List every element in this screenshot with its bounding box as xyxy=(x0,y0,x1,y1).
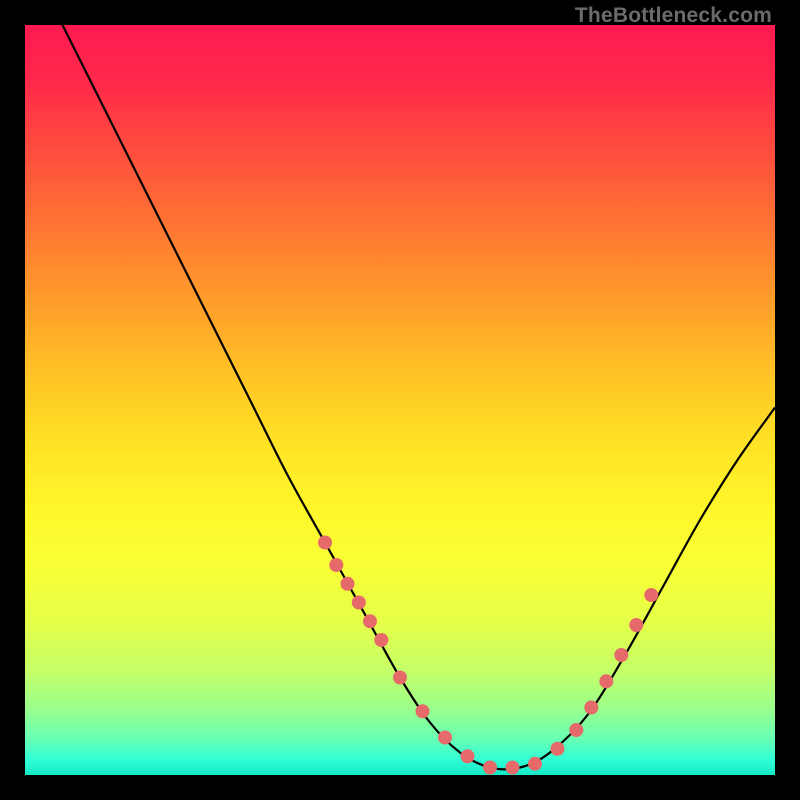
threshold-dot xyxy=(341,577,355,591)
chart-svg xyxy=(25,25,775,775)
threshold-dot xyxy=(363,614,377,628)
threshold-dot xyxy=(483,761,497,775)
threshold-dot xyxy=(551,742,565,756)
threshold-markers xyxy=(318,536,658,775)
threshold-dot xyxy=(629,618,643,632)
bottleneck-curve xyxy=(63,25,776,769)
watermark-text: TheBottleneck.com xyxy=(575,4,772,28)
threshold-dot xyxy=(318,536,332,550)
threshold-dot xyxy=(569,723,583,737)
threshold-dot xyxy=(416,704,430,718)
threshold-dot xyxy=(506,761,520,775)
threshold-dot xyxy=(461,749,475,763)
threshold-dot xyxy=(329,558,343,572)
threshold-dot xyxy=(614,648,628,662)
outer-frame: TheBottleneck.com xyxy=(0,0,800,800)
threshold-dot xyxy=(584,701,598,715)
threshold-dot xyxy=(644,588,658,602)
threshold-dot xyxy=(393,671,407,685)
threshold-dot xyxy=(352,596,366,610)
threshold-dot xyxy=(438,731,452,745)
threshold-dot xyxy=(374,633,388,647)
threshold-dot xyxy=(599,674,613,688)
threshold-dot xyxy=(528,757,542,771)
